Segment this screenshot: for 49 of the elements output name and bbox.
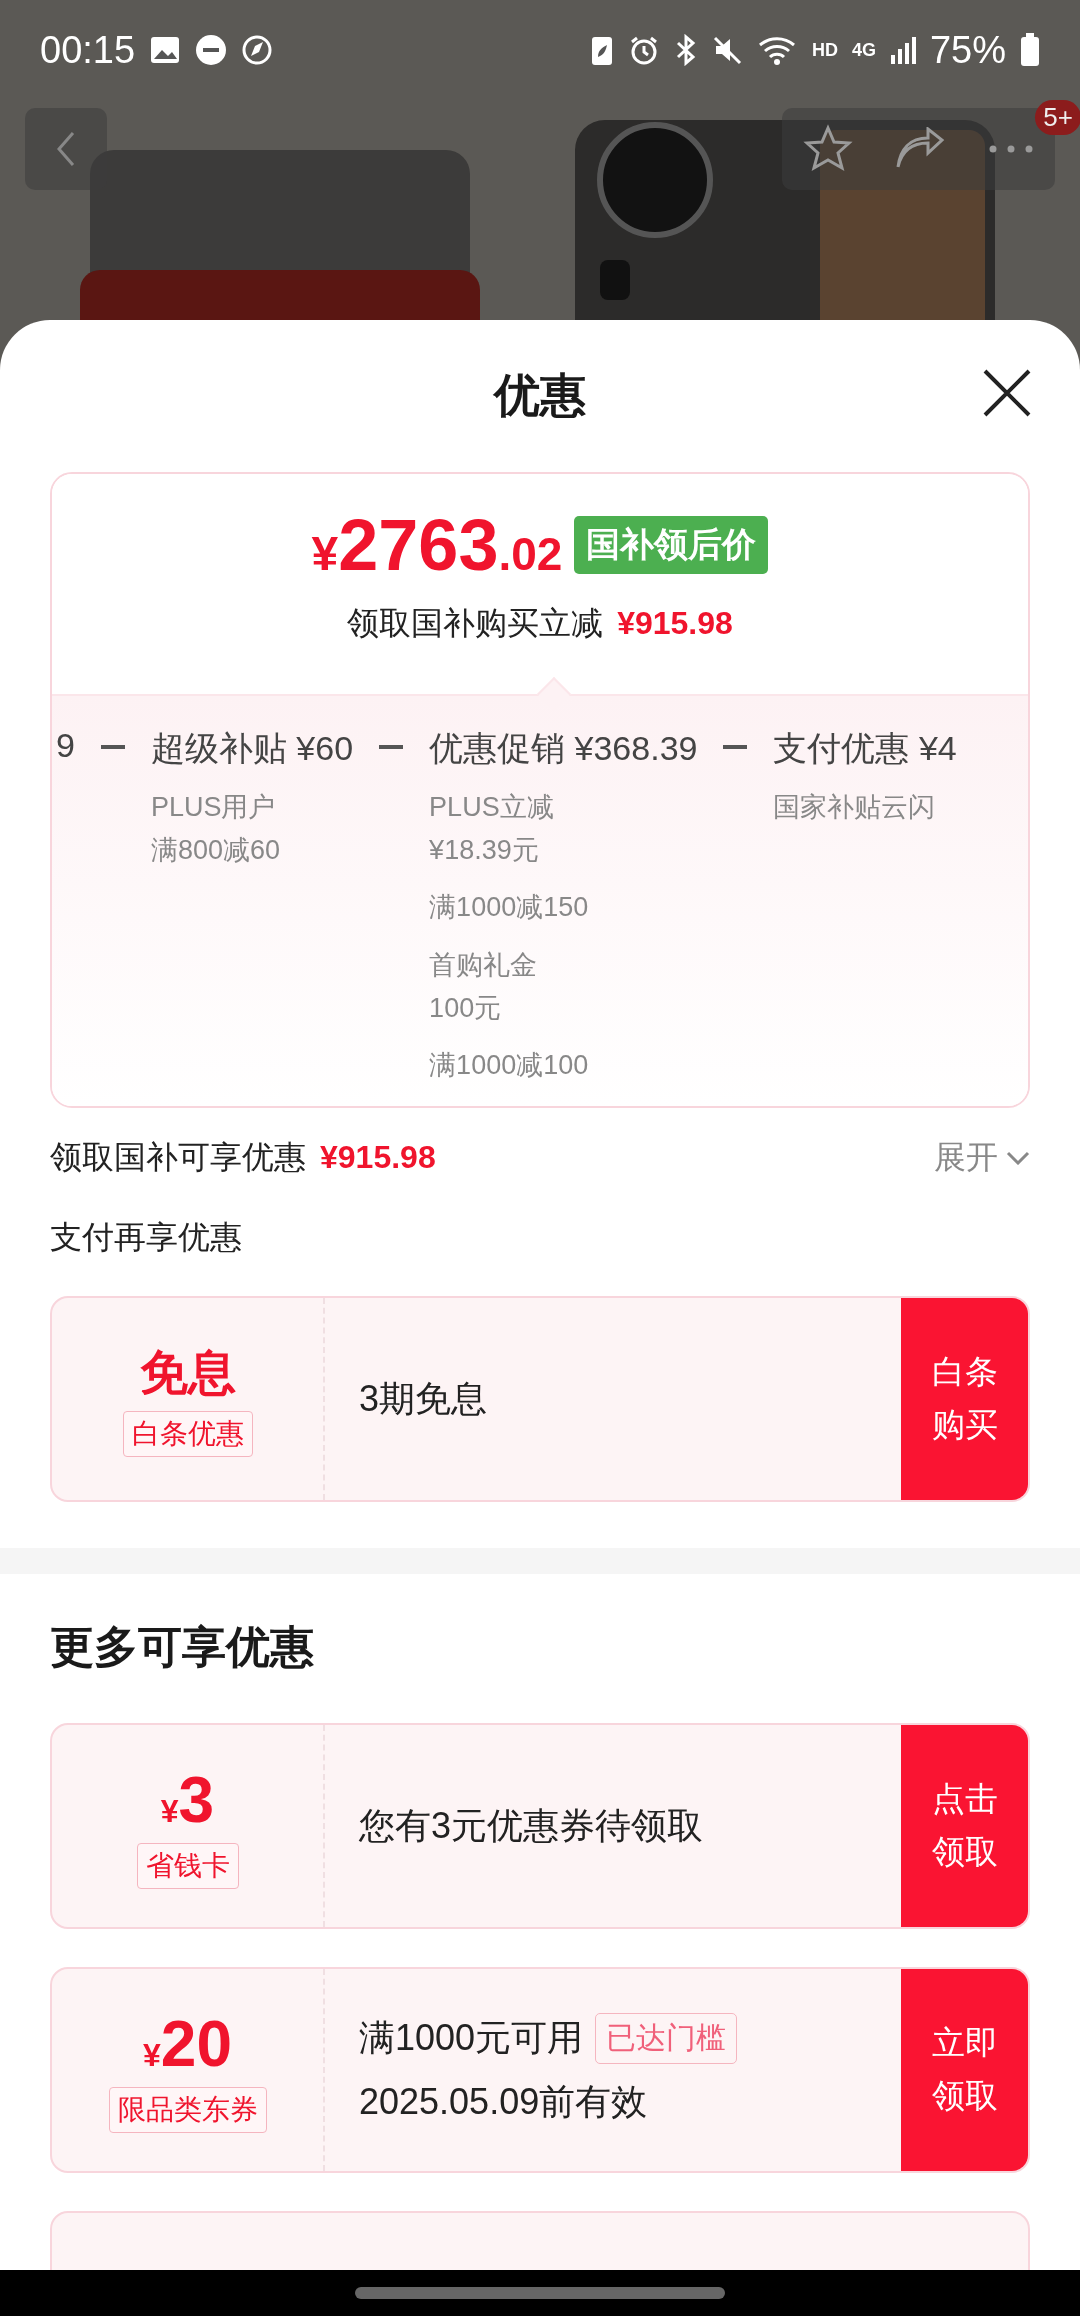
signal-icon	[889, 35, 916, 65]
claim-button[interactable]: 点击领取	[901, 1725, 1028, 1927]
battery-percent: 75%	[929, 28, 1006, 72]
claim-button[interactable]: 立即领取	[901, 1969, 1028, 2171]
breakdown-note: 国家补贴云闪	[773, 791, 937, 824]
threshold-badge: 已达门槛	[595, 2013, 738, 2064]
coupon-text: 3期免息	[359, 1376, 489, 1421]
compass-icon	[241, 34, 274, 66]
breakdown-title: 支付优惠 ¥4	[773, 728, 957, 769]
section-heading: 更多可享优惠	[50, 1621, 315, 1673]
coupon-text: 您有3元优惠券待领取	[359, 1803, 705, 1848]
coupon-title: 免息	[139, 1345, 236, 1401]
battery-icon	[1020, 33, 1040, 67]
breakdown-note: 满1000减100	[429, 1048, 590, 1082]
expand-button[interactable]: 展开	[934, 1136, 1030, 1180]
coupon-amount: ¥20	[143, 2007, 232, 2081]
coupon-amount: ¥3	[160, 1763, 215, 1837]
image-icon	[149, 35, 182, 65]
minus-icon	[100, 745, 125, 749]
coupon-tag: 限品类东券	[108, 2087, 267, 2133]
chevron-down-icon	[1006, 1151, 1030, 1165]
do-not-disturb-icon	[195, 34, 228, 66]
coupon-text: 满1000元可用	[359, 2016, 584, 2060]
breakdown-note: 满1000减150	[429, 891, 590, 925]
coupon-tag: 省钱卡	[136, 1843, 239, 1889]
network-label: 4G	[851, 39, 876, 61]
breakdown-title: 优惠促销 ¥368.39	[429, 728, 698, 769]
network-label: HD	[811, 39, 838, 61]
breakdown-title: 9	[56, 726, 75, 765]
coupon-text: 2025.05.09前有效	[359, 2080, 649, 2124]
summary-label: 领取国补可享优惠	[50, 1139, 306, 1175]
breakdown-note: PLUS立减 ¥18.39元	[429, 791, 555, 868]
minus-icon	[379, 745, 404, 749]
summary-amount: ¥915.98	[320, 1139, 436, 1175]
mute-icon	[711, 34, 744, 66]
breakdown-note: PLUS用户 满800减60	[150, 791, 281, 868]
subsidy-tag: 国补领后价	[574, 516, 769, 574]
status-time: 00:15	[40, 28, 136, 72]
close-icon[interactable]	[982, 368, 1032, 418]
breakdown-title: 超级补贴 ¥60	[150, 728, 354, 769]
breakdown-note: 首购礼金 100元	[429, 948, 539, 1025]
coupon-tag: 白条优惠	[122, 1411, 253, 1457]
sheet-title: 优惠	[494, 368, 586, 423]
section-title: 支付再享优惠	[49, 1218, 243, 1257]
saving-label: 领取国补购买立减	[347, 605, 604, 641]
claim-button[interactable]: 白条购买	[901, 1298, 1028, 1500]
minus-icon	[723, 745, 748, 749]
saving-amount: ¥915.98	[617, 605, 733, 641]
final-price: ¥2763.02	[311, 504, 563, 586]
